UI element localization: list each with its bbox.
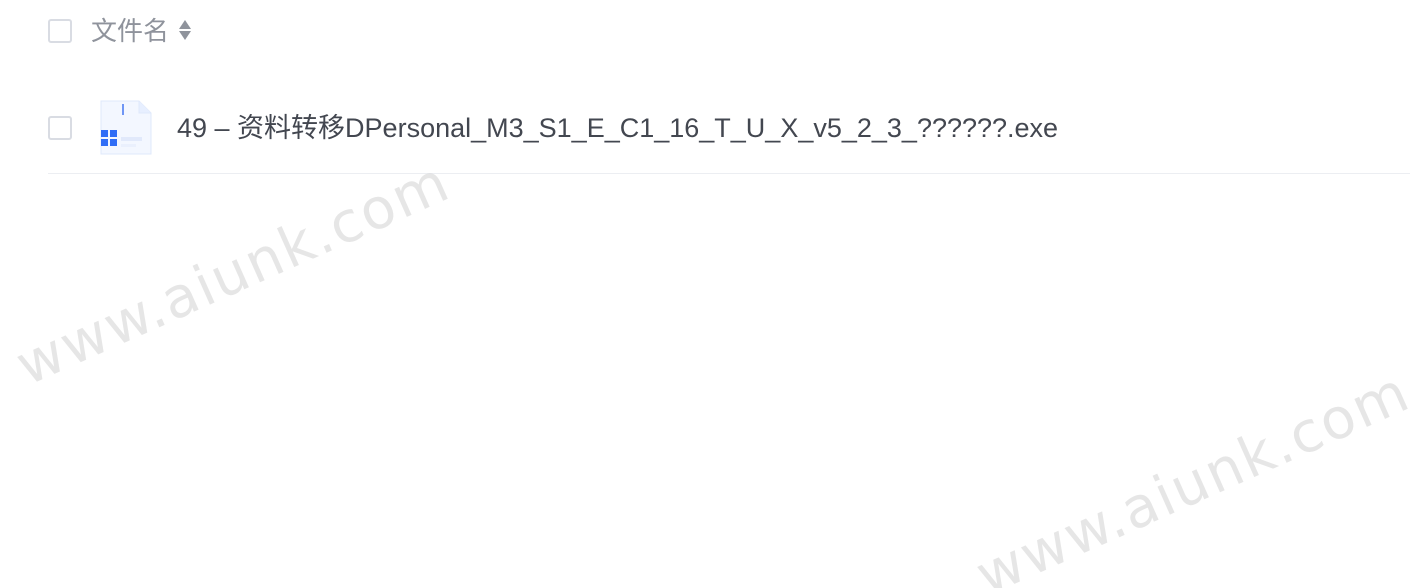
sort-icon[interactable] bbox=[178, 19, 192, 43]
file-name[interactable]: 49 – 资料转移DPersonal_M3_S1_E_C1_16_T_U_X_v… bbox=[177, 111, 1058, 145]
sort-down-icon bbox=[179, 31, 192, 40]
filename-column-header[interactable]: 文件名 bbox=[91, 16, 169, 46]
select-all-checkbox[interactable] bbox=[48, 19, 72, 43]
windows-exe-file-icon bbox=[95, 99, 153, 157]
file-list-header: 文件名 bbox=[48, 12, 1410, 50]
file-select-checkbox[interactable] bbox=[48, 115, 72, 140]
file-list-page: 文件名 49 – 资料转移DPersonal_M3_S1_E_C1_16_T_U… bbox=[0, 0, 1410, 588]
sort-up-icon bbox=[179, 20, 192, 29]
file-row[interactable]: 49 – 资料转移DPersonal_M3_S1_E_C1_16_T_U_X_v… bbox=[48, 82, 1410, 174]
watermark-text: www.aiunk.com bbox=[966, 359, 1410, 588]
watermark-text: www.aiunk.com bbox=[6, 149, 460, 399]
